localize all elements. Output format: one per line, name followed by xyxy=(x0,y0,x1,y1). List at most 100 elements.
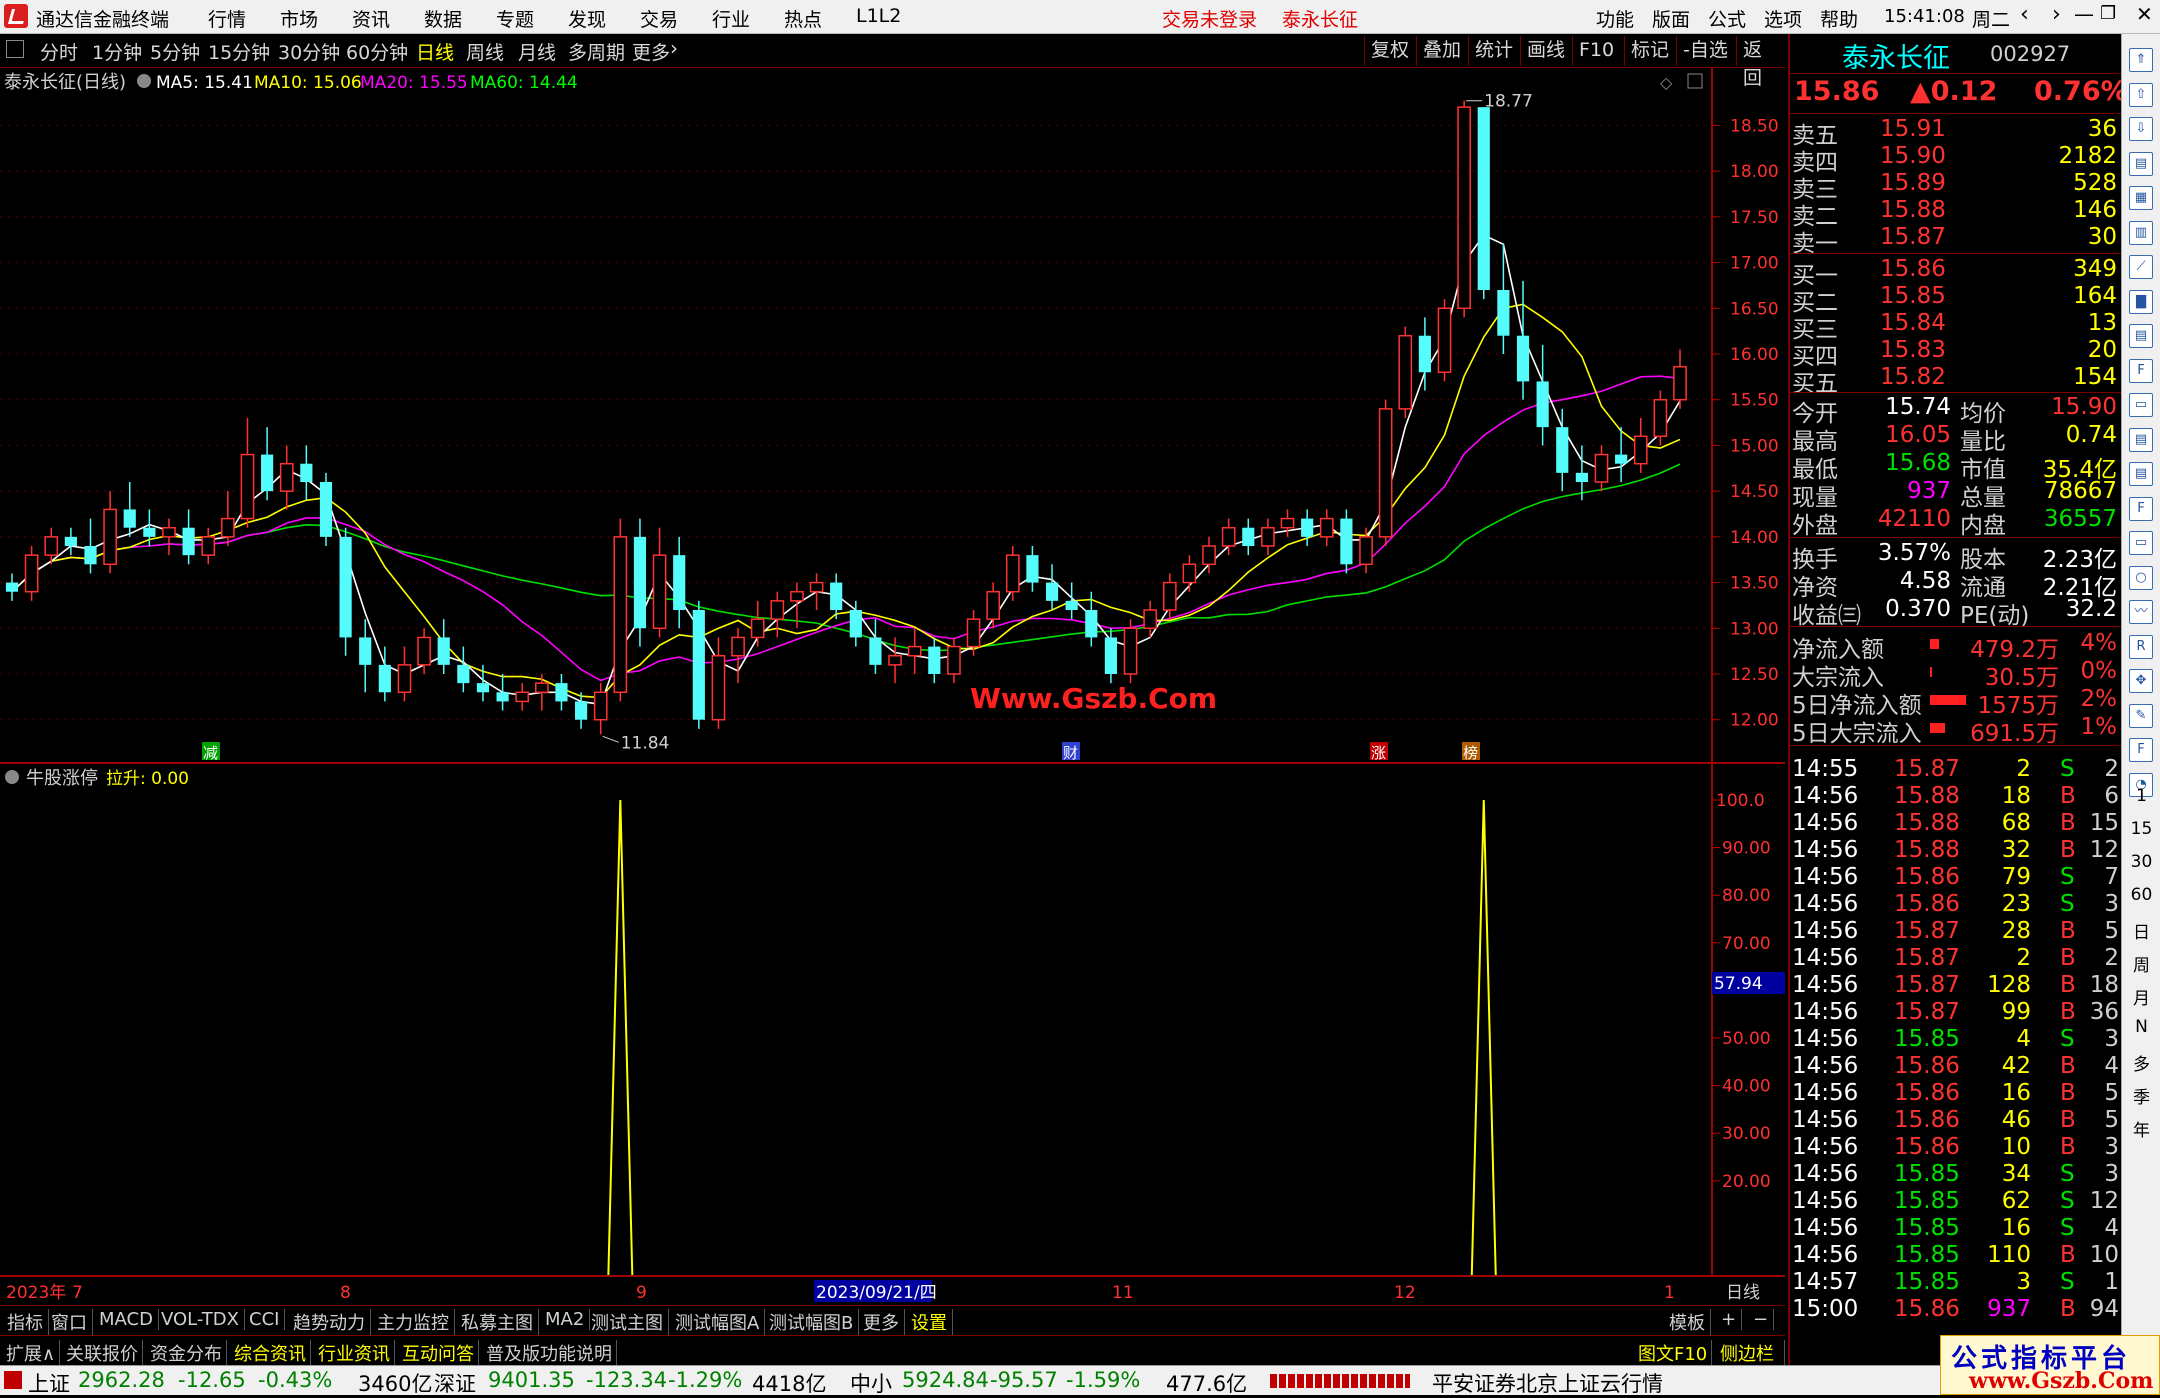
candle-body[interactable] xyxy=(182,527,195,556)
candle-body[interactable] xyxy=(339,536,352,638)
candle-body[interactable] xyxy=(750,618,765,639)
menu-shichang[interactable]: 市场 xyxy=(280,5,318,32)
back-arrow-icon[interactable]: ‹ xyxy=(2020,2,2029,27)
tick-row[interactable]: 14:56 15.87 28 B 5 xyxy=(1790,918,2123,945)
candle-body[interactable] xyxy=(1026,555,1039,583)
candle-body[interactable] xyxy=(1261,526,1275,547)
candle-body[interactable] xyxy=(300,463,313,482)
candle-body[interactable] xyxy=(652,554,667,630)
btn-fanhui[interactable]: 返回 xyxy=(1736,36,1785,89)
indicator-dropdown-icon[interactable] xyxy=(5,770,19,784)
tab-guanlian-baojia[interactable]: 关联报价 xyxy=(62,1340,143,1366)
candle-body[interactable] xyxy=(1653,398,1668,438)
ask-row[interactable]: 卖五 15.91 36 xyxy=(1790,116,2123,149)
candle-body[interactable] xyxy=(986,590,1001,620)
circle-icon[interactable]: ○ xyxy=(2129,565,2153,590)
candlestick-chart[interactable]: 18.50 18.00 17.50 17.00 16.50 16.00 15.50 15.00… xyxy=(0,68,1785,764)
btn-f10[interactable]: F10 xyxy=(1572,36,1620,66)
candle-body[interactable] xyxy=(123,509,136,528)
tick-row[interactable]: 14:56 15.86 46 B 5 xyxy=(1790,1107,2123,1134)
btn-tuwen-f10[interactable]: 图文F10 xyxy=(1634,1340,1713,1366)
tick-row[interactable]: 15:00 15.86 937 B 94 xyxy=(1790,1296,2123,1323)
tab-vol-tdx[interactable]: VOL-TDX xyxy=(156,1309,245,1330)
menu-l1l2[interactable]: L1L2 xyxy=(856,5,901,27)
minimize-icon[interactable]: — xyxy=(2074,2,2094,26)
candle-body[interactable] xyxy=(1202,545,1216,566)
candle-body[interactable] xyxy=(907,645,922,657)
tick-row[interactable]: 14:56 15.87 2 B 2 xyxy=(1790,945,2123,972)
tab-ceshi-futu-b[interactable]: 测试幅图B xyxy=(764,1309,860,1335)
tick-row[interactable]: 14:56 15.86 23 S 3 xyxy=(1790,891,2123,918)
period-shortcut[interactable]: 30 xyxy=(2122,852,2160,872)
tick-row[interactable]: 14:56 15.85 16 S 4 xyxy=(1790,1215,2123,1242)
grid-icon[interactable]: ▦ xyxy=(2129,186,2153,210)
period-shortcut[interactable]: N xyxy=(2122,1017,2160,1037)
tick-row[interactable]: 14:55 15.87 2 S 2 xyxy=(1790,756,2123,783)
window-icon[interactable] xyxy=(1687,73,1703,89)
candle-body[interactable] xyxy=(574,701,588,720)
candle-body[interactable] xyxy=(555,683,568,702)
candle-body[interactable] xyxy=(966,618,981,648)
bid-row[interactable]: 买三 15.84 13 xyxy=(1790,310,2123,343)
f2-icon[interactable]: F xyxy=(2129,496,2153,521)
btn-huaxian[interactable]: 画线 xyxy=(1520,36,1571,66)
candle-body[interactable] xyxy=(1575,472,1588,482)
candle-body[interactable] xyxy=(1104,637,1118,674)
candle-body[interactable] xyxy=(378,664,391,693)
diamond-icon[interactable]: ◇ xyxy=(1660,73,1673,92)
candle-body[interactable] xyxy=(1242,527,1255,546)
candle-body[interactable] xyxy=(1378,408,1393,538)
forward-arrow-icon[interactable]: › xyxy=(2052,2,2061,27)
menu-zixun[interactable]: 资讯 xyxy=(352,5,390,32)
indicator-chart[interactable]: 牛股涨停 拉升: 0.00 100.0 90.00 80.00 70.00 50.00 4… xyxy=(0,764,1785,1277)
list-icon[interactable]: ▭ xyxy=(2129,393,2153,417)
candle-body[interactable] xyxy=(1536,381,1549,428)
period-60min[interactable]: 60分钟 xyxy=(346,38,408,65)
candle-body[interactable] xyxy=(240,453,255,520)
candle-body[interactable] xyxy=(201,536,216,556)
tick-row[interactable]: 14:56 15.85 34 S 3 xyxy=(1790,1161,2123,1188)
btn-add-pane[interactable]: + xyxy=(1716,1309,1743,1330)
period-1min[interactable]: 1分钟 xyxy=(92,38,142,65)
period-30min[interactable]: 30分钟 xyxy=(278,38,340,65)
btn-remove-pane[interactable]: − xyxy=(1748,1309,1775,1330)
candle-body[interactable] xyxy=(397,664,412,694)
candle-body[interactable] xyxy=(1477,107,1490,290)
candle-body[interactable] xyxy=(515,691,530,703)
tab-gengduo[interactable]: 更多 xyxy=(858,1309,905,1335)
tick-row[interactable]: 14:56 15.86 79 S 7 xyxy=(1790,864,2123,891)
candle-body[interactable] xyxy=(613,536,628,694)
candle-body[interactable] xyxy=(143,527,156,537)
candle-body[interactable] xyxy=(1633,435,1648,465)
candle-body[interactable] xyxy=(1594,453,1609,483)
btn-zixuan[interactable]: -自选 xyxy=(1676,36,1734,66)
candle-body[interactable] xyxy=(84,546,97,565)
f10-icon[interactable]: F xyxy=(2129,358,2153,383)
period-shortcut[interactable]: 1 xyxy=(2122,786,2160,806)
chart-small-icon[interactable]: ▭ xyxy=(2129,531,2153,555)
chart-line-icon[interactable]: ⟋ xyxy=(2129,255,2153,279)
chart-wave-icon[interactable]: 〰 xyxy=(2129,600,2153,624)
tab-ma2[interactable]: MA2 xyxy=(540,1309,591,1330)
candle-body[interactable] xyxy=(1301,518,1314,537)
candle-body[interactable] xyxy=(417,636,431,666)
ask-row[interactable]: 卖二 15.88 146 xyxy=(1790,197,2123,230)
panel-toggle-icon[interactable] xyxy=(6,40,24,58)
candle-body[interactable] xyxy=(809,581,824,593)
period-shortcut[interactable]: 周 xyxy=(2122,951,2160,976)
candle-body[interactable] xyxy=(1045,582,1059,601)
tab-macd[interactable]: MACD xyxy=(94,1309,159,1330)
ask-row[interactable]: 卖三 15.89 528 xyxy=(1790,170,2123,203)
candle-body[interactable] xyxy=(319,482,333,537)
candle-body[interactable] xyxy=(44,536,59,556)
period-5min[interactable]: 5分钟 xyxy=(150,38,200,65)
period-shortcut[interactable]: 60 xyxy=(2122,885,2160,905)
tick-row[interactable]: 14:56 15.87 99 B 36 xyxy=(1790,999,2123,1026)
btn-diejia[interactable]: 叠加 xyxy=(1416,36,1467,66)
tick-row[interactable]: 14:56 15.85 62 S 12 xyxy=(1790,1188,2123,1215)
candle-body[interactable] xyxy=(1065,600,1078,610)
candle-body[interactable] xyxy=(1085,610,1098,638)
candle-body[interactable] xyxy=(673,555,686,610)
tab-zijin-fenbu[interactable]: 资金分布 xyxy=(146,1340,227,1366)
menu-redian[interactable]: 热点 xyxy=(784,5,822,32)
